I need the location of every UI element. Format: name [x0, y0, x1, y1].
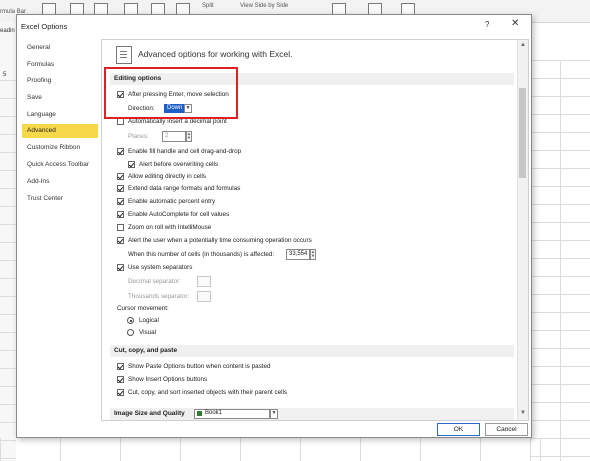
cancel-button[interactable]: Cancel — [485, 423, 528, 436]
zoom-roll-label: Zoom on roll with IntelliMouse — [128, 224, 212, 231]
paste-options-label: Show Paste Options button when content i… — [128, 363, 271, 370]
extend-formats-label: Extend data range formats and formulas — [128, 185, 241, 192]
section-image-size-quality: Image Size and Quality — [110, 408, 514, 420]
logical-label: Logical — [139, 317, 159, 324]
decimal-separator-label: Decimal separator: — [128, 278, 181, 285]
places-input[interactable]: 2 — [162, 131, 186, 142]
logical-radio[interactable] — [127, 317, 134, 324]
places-label: Places: — [128, 133, 149, 140]
zoom-roll-checkbox[interactable] — [117, 224, 124, 231]
help-icon[interactable]: ? — [485, 20, 489, 29]
excel-workbook-icon — [197, 411, 202, 416]
paste-options-checkbox[interactable] — [117, 363, 124, 370]
decimal-point-checkbox[interactable] — [117, 118, 124, 125]
system-separators-checkbox[interactable] — [117, 264, 124, 271]
ok-button[interactable]: OK — [437, 423, 480, 436]
alert-time-label: Alert the user when a potentially time c… — [128, 237, 312, 244]
ribbon-split-label: Split — [202, 3, 214, 9]
thousands-separator-label: Thousands separator: — [128, 293, 190, 300]
cut-copy-sort-checkbox[interactable] — [117, 389, 124, 396]
nav-item-general[interactable]: General — [22, 41, 98, 55]
nav-item-trust-center[interactable]: Trust Center — [22, 192, 98, 206]
nav-item-add-ins[interactable]: Add-Ins — [22, 175, 98, 189]
advanced-options-icon — [116, 46, 132, 64]
scrollbar-thumb[interactable] — [519, 88, 526, 178]
insert-options-label: Show Insert Options buttons — [128, 376, 208, 383]
scroll-down-icon[interactable]: ▼ — [520, 410, 526, 416]
cells-affected-input[interactable]: 33,554 — [286, 249, 310, 260]
nav-item-proofing[interactable]: Proofing — [22, 74, 98, 88]
places-spinner[interactable]: ▲ ▼ — [186, 131, 192, 142]
auto-percent-checkbox[interactable] — [117, 198, 124, 205]
edit-in-cells-label: Allow editing directly in cells — [128, 173, 207, 180]
chevron-down-icon[interactable]: ▼ — [270, 409, 278, 419]
highlight-annotation — [104, 67, 238, 119]
nav-item-customize-ribbon[interactable]: Customize Ribbon — [22, 141, 98, 155]
excel-grid-left — [0, 80, 16, 461]
section-cut-copy-paste: Cut, copy, and paste — [110, 345, 514, 357]
nav-item-save[interactable]: Save — [22, 91, 98, 105]
left-label: eadin — [0, 28, 15, 34]
cells-affected-spinner[interactable]: ▲ ▼ — [310, 249, 316, 260]
decimal-point-label: Automatically insert a decimal point — [128, 118, 227, 125]
scroll-up-icon[interactable]: ▲ — [520, 42, 526, 48]
close-icon[interactable]: ✕ — [511, 18, 519, 29]
nav-item-advanced[interactable]: Advanced — [22, 124, 98, 138]
fill-handle-checkbox[interactable] — [117, 148, 124, 155]
insert-options-checkbox[interactable] — [117, 376, 124, 383]
row-number: 5 — [3, 72, 7, 78]
alert-overwrite-checkbox[interactable] — [128, 161, 135, 168]
alert-time-checkbox[interactable] — [117, 237, 124, 244]
visual-label: Visual — [139, 329, 157, 336]
cut-copy-sort-label: Cut, copy, and sort inserted objects wit… — [128, 389, 288, 396]
nav-item-quick-access-toolbar[interactable]: Quick Access Toolbar — [22, 158, 98, 172]
autocomplete-label: Enable AutoComplete for cell values — [128, 211, 230, 218]
options-nav: General Formulas Proofing Save Language … — [22, 39, 98, 423]
edit-in-cells-checkbox[interactable] — [117, 173, 124, 180]
alert-overwrite-label: Alert before overwriting cells — [139, 161, 219, 168]
cells-affected-label: When this number of cells (in thousands)… — [128, 251, 275, 258]
auto-percent-label: Enable automatic percent entry — [128, 198, 216, 205]
dialog-title: Excel Options — [21, 22, 68, 31]
page-title: Advanced options for working with Excel. — [138, 49, 293, 59]
extend-formats-checkbox[interactable] — [117, 185, 124, 192]
nav-item-formulas[interactable]: Formulas — [22, 58, 98, 72]
decimal-separator-input[interactable] — [197, 276, 211, 287]
thousands-separator-input[interactable] — [197, 291, 211, 302]
workbook-select[interactable]: Book1 — [194, 409, 270, 419]
excel-options-dialog: Excel Options ? ✕ General Formulas Proof… — [16, 14, 532, 438]
system-separators-label: Use system separators — [128, 264, 193, 271]
ribbon-side-by-side-label: View Side by Side — [240, 3, 289, 9]
fill-handle-label: Enable fill handle and cell drag-and-dro… — [128, 148, 242, 155]
autocomplete-checkbox[interactable] — [117, 211, 124, 218]
visual-radio[interactable] — [127, 329, 134, 336]
excel-grid-bottom — [0, 438, 590, 461]
nav-item-language[interactable]: Language — [22, 108, 98, 122]
excel-grid-right — [530, 60, 590, 461]
cursor-movement-label: Cursor movement: — [117, 305, 169, 312]
pane-scrollbar[interactable]: ▲ ▼ — [517, 40, 528, 420]
